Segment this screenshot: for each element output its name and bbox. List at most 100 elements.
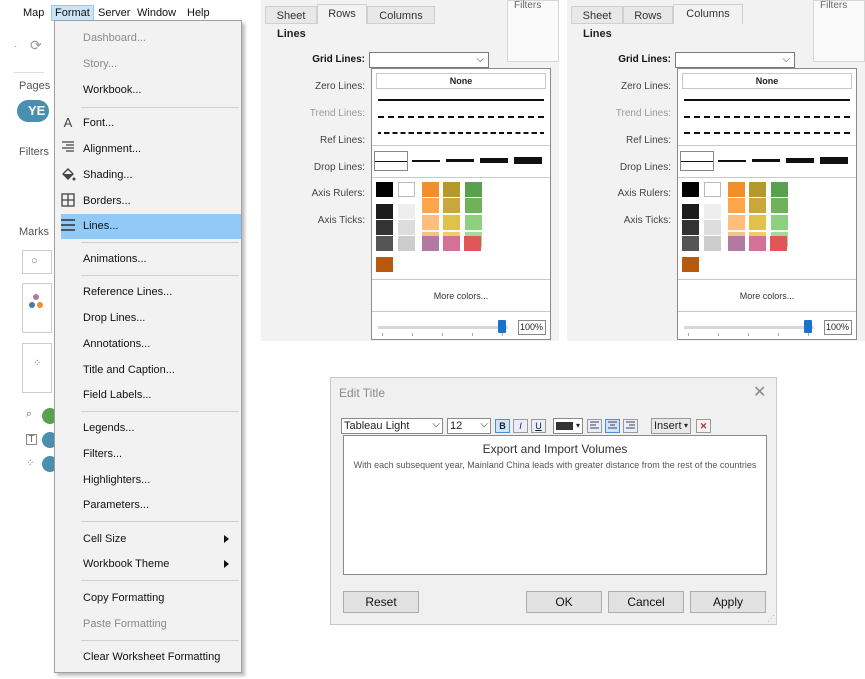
menu-item-lines[interactable]: Lines... <box>61 214 241 239</box>
reset-button[interactable]: Reset <box>343 591 419 613</box>
detail-card[interactable]: ⁘ <box>22 343 52 393</box>
align-right-button[interactable] <box>623 419 638 433</box>
color-swatch[interactable] <box>704 236 721 251</box>
menu-item-legends[interactable]: Legends... <box>55 416 241 441</box>
menu-item-borders[interactable]: Borders... <box>55 189 241 214</box>
menu-item-reference-lines[interactable]: Reference Lines... <box>55 280 241 305</box>
color-swatch[interactable] <box>465 215 482 230</box>
menu-item-workbook-theme[interactable]: Workbook Theme <box>55 552 241 577</box>
line-weight-3[interactable] <box>446 151 474 171</box>
menu-item-copy-formatting[interactable]: Copy Formatting <box>55 586 241 611</box>
line-weight-4[interactable] <box>786 151 814 171</box>
color-swatch[interactable] <box>376 236 393 251</box>
color-swatch[interactable] <box>728 236 745 251</box>
line-weight-1[interactable] <box>680 151 714 171</box>
ok-button[interactable]: OK <box>526 591 602 613</box>
year-pill[interactable]: YE <box>17 100 49 122</box>
color-swatch[interactable] <box>749 198 766 213</box>
menu-item-annotations[interactable]: Annotations... <box>55 332 241 357</box>
menu-item-highlighters[interactable]: Highlighters... <box>55 468 241 493</box>
title-text-editor[interactable]: Export and Import Volumes With each subs… <box>343 435 767 575</box>
menu-item-title-and-caption[interactable]: Title and Caption... <box>55 358 241 383</box>
color-swatch[interactable] <box>376 220 393 235</box>
font-family-select[interactable]: Tableau Light ⌵ <box>341 418 443 434</box>
color-swatch[interactable] <box>376 204 393 219</box>
line-weight-5[interactable] <box>514 151 542 171</box>
color-swatch[interactable] <box>749 215 766 230</box>
menu-item-animations[interactable]: Animations... <box>55 247 241 272</box>
menu-item-story[interactable]: Story... <box>55 52 241 77</box>
color-swatch[interactable] <box>398 204 415 219</box>
color-swatch[interactable] <box>771 198 788 213</box>
tab-sheet[interactable]: Sheet <box>571 6 623 24</box>
color-swatch[interactable] <box>443 198 460 213</box>
menu-item-workbook[interactable]: Workbook... <box>55 78 241 103</box>
menu-item-paste-formatting[interactable]: Paste Formatting <box>55 612 241 637</box>
menu-item-alignment[interactable]: Alignment... <box>55 137 241 162</box>
menu-item-parameters[interactable]: Parameters... <box>55 493 241 518</box>
color-swatch[interactable] <box>422 215 439 230</box>
color-swatch[interactable] <box>398 182 415 197</box>
opacity-value[interactable]: 100% <box>518 320 546 335</box>
color-card[interactable] <box>22 283 52 333</box>
line-none-option[interactable]: None <box>376 73 546 89</box>
tab-columns[interactable]: Columns <box>367 6 435 24</box>
color-swatch[interactable] <box>398 220 415 235</box>
color-swatch[interactable] <box>464 236 481 251</box>
color-swatch[interactable] <box>770 236 787 251</box>
opacity-slider-track[interactable] <box>684 326 814 329</box>
line-weight-1[interactable] <box>374 151 408 171</box>
line-weight-2[interactable] <box>412 151 440 171</box>
close-icon[interactable]: ✕ <box>753 382 766 402</box>
refresh-icon[interactable]: ⟳ <box>30 37 42 54</box>
color-swatch[interactable] <box>443 236 460 251</box>
tab-rows[interactable]: Rows <box>317 4 367 24</box>
color-swatch[interactable] <box>422 198 439 213</box>
menu-item-shading[interactable]: Shading... <box>55 163 241 188</box>
menu-item-dashboard[interactable]: Dashboard... <box>55 26 241 51</box>
font-color-select[interactable]: ▾ <box>553 418 583 434</box>
align-left-button[interactable] <box>587 419 602 433</box>
line-dash-short-option[interactable] <box>684 132 850 134</box>
color-swatch[interactable] <box>704 182 721 197</box>
color-swatch[interactable] <box>443 182 460 197</box>
line-dashed-option[interactable] <box>378 116 544 118</box>
more-colors-button[interactable]: More colors... <box>678 291 856 301</box>
color-swatch[interactable] <box>771 182 788 197</box>
opacity-slider-thumb[interactable] <box>498 320 506 333</box>
line-solid-option[interactable] <box>378 99 544 101</box>
tab-rows[interactable]: Rows <box>623 6 673 24</box>
color-swatch[interactable] <box>749 236 766 251</box>
line-dash-short-option[interactable] <box>378 132 544 134</box>
menu-item-drop-lines[interactable]: Drop Lines... <box>55 306 241 331</box>
color-swatch[interactable] <box>704 204 721 219</box>
mark-type-dropdown[interactable]: ○ <box>22 250 52 274</box>
color-swatch[interactable] <box>771 215 788 230</box>
cancel-button[interactable]: Cancel <box>608 591 684 613</box>
menu-window[interactable]: Window <box>134 6 179 20</box>
align-center-button[interactable] <box>605 419 620 433</box>
menu-item-field-labels[interactable]: Field Labels... <box>55 383 241 408</box>
tab-columns[interactable]: Columns <box>673 4 743 24</box>
redo-icon[interactable]: · <box>14 41 17 52</box>
color-swatch[interactable] <box>749 182 766 197</box>
bold-button[interactable]: B <box>495 419 510 433</box>
color-swatch[interactable] <box>682 204 699 219</box>
color-swatch[interactable] <box>682 236 699 251</box>
menu-map[interactable]: Map <box>20 6 47 20</box>
color-swatch[interactable] <box>422 236 439 251</box>
color-swatch[interactable] <box>728 215 745 230</box>
color-swatch[interactable] <box>465 182 482 197</box>
resize-grip-icon[interactable]: ⋰ <box>767 614 775 623</box>
menu-help[interactable]: Help <box>184 6 213 20</box>
menu-item-cell-size[interactable]: Cell Size <box>55 527 241 552</box>
menu-server[interactable]: Server <box>95 6 133 20</box>
grid-lines-dropdown[interactable]: ⌵ <box>675 52 795 68</box>
line-weight-2[interactable] <box>718 151 746 171</box>
color-swatch[interactable] <box>465 198 482 213</box>
line-solid-option[interactable] <box>684 99 850 101</box>
line-weight-5[interactable] <box>820 151 848 171</box>
color-swatch[interactable] <box>682 182 699 197</box>
color-swatch[interactable] <box>376 182 393 197</box>
insert-button[interactable]: Insert ▾ <box>651 418 691 434</box>
